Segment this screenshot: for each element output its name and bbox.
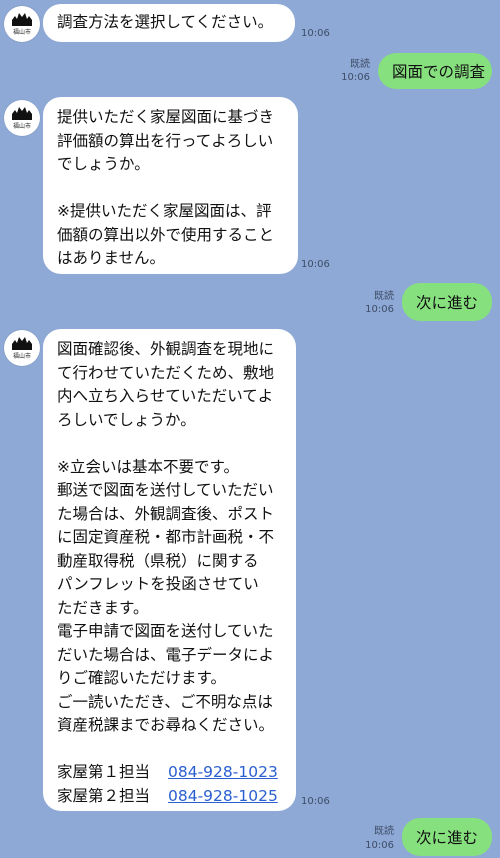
message-line: りご確認いただけます。 bbox=[57, 669, 226, 687]
bot-avatar[interactable]: 福山市 bbox=[4, 100, 40, 136]
incoming-message: 図面確認後、外観調査を現地に て行わせていただくため、敷地 内へ立ち入らせていた… bbox=[43, 329, 296, 811]
phone-link[interactable]: 084-928-1025 bbox=[168, 785, 278, 809]
message-time: 10:06 bbox=[365, 840, 394, 851]
message-line: だいた場合は、電子データによ bbox=[57, 645, 275, 664]
outgoing-message: 次に進む bbox=[402, 283, 492, 321]
outgoing-message: 図面での調査 bbox=[378, 53, 492, 89]
read-receipt: 既読 bbox=[374, 826, 394, 837]
message-line: でしょうか。 bbox=[57, 155, 150, 173]
message-time: 10:06 bbox=[365, 304, 394, 315]
message-line: パンフレットを投函させてい bbox=[57, 575, 259, 593]
read-receipt: 既読 bbox=[374, 291, 394, 302]
message-line: 提供いただく家屋図面に基づき bbox=[57, 108, 275, 126]
phone-link[interactable]: 084-928-1023 bbox=[168, 761, 278, 785]
message-line: ろしいでしょうか。 bbox=[57, 410, 196, 429]
bot-avatar-caption: 福山市 bbox=[12, 29, 31, 36]
message-time: 10:06 bbox=[301, 28, 330, 39]
read-receipt: 既読 bbox=[350, 59, 370, 70]
bot-avatar-caption: 福山市 bbox=[12, 353, 31, 360]
message-line: ご一読いただき、ご不明な点は bbox=[57, 692, 273, 711]
message-time: 10:06 bbox=[301, 259, 330, 270]
message-time: 10:06 bbox=[341, 72, 370, 83]
message-line: に固定資産税・都市計画税・不 bbox=[57, 528, 275, 546]
message-line: 電子申請で図面を送付していた bbox=[57, 622, 274, 640]
message-line: 動産取得税（県税）に関する bbox=[57, 551, 259, 570]
message-line: 図面確認後、外観調査を現地に bbox=[57, 340, 275, 358]
bot-avatar[interactable]: 福山市 bbox=[4, 6, 40, 42]
castle-logo-icon bbox=[12, 337, 32, 350]
incoming-message: 提供いただく家屋図面に基づき 評価額の算出を行ってよろしい でしょうか。 ※提供… bbox=[43, 97, 298, 274]
message-text: 次に進む bbox=[416, 294, 479, 312]
message-line: 資産税課までお尋ねください。 bbox=[57, 716, 275, 734]
message-text: 調査方法を選択してください。 bbox=[57, 13, 274, 31]
contact-row: 家屋第１担当 084-928-1023 bbox=[57, 761, 282, 785]
contact-label: 家屋第１担当 bbox=[57, 763, 151, 781]
message-line: ※立会いは基本不要です。 bbox=[57, 457, 239, 476]
message-line: ※提供いただく家屋図面は、評 bbox=[57, 202, 272, 220]
message-text: 図面での調査 bbox=[392, 63, 486, 81]
bot-avatar[interactable]: 福山市 bbox=[4, 330, 40, 366]
message-line: 郵送で図面を送付していただい bbox=[57, 481, 274, 499]
message-line: た場合は、外観調査後、ポスト bbox=[57, 504, 275, 523]
message-line: ただきます。 bbox=[57, 598, 149, 617]
message-text: 次に進む bbox=[416, 829, 479, 847]
contact-row: 家屋第２担当 084-928-1025 bbox=[57, 785, 282, 809]
message-time: 10:06 bbox=[301, 796, 330, 807]
message-line: 評価額の算出を行ってよろしい bbox=[57, 131, 274, 150]
message-line: 内へ立ち入らせていただいてよ bbox=[57, 387, 274, 405]
message-line: 価額の算出以外で使用すること bbox=[57, 225, 275, 244]
contact-label: 家屋第２担当 bbox=[57, 786, 151, 805]
message-line: て行わせていただくため、敷地 bbox=[57, 363, 275, 382]
bot-avatar-caption: 福山市 bbox=[12, 123, 31, 130]
message-line: はありません。 bbox=[57, 249, 166, 267]
castle-logo-icon bbox=[12, 107, 32, 120]
castle-logo-icon bbox=[12, 13, 32, 26]
outgoing-message: 次に進む bbox=[402, 818, 492, 856]
incoming-message: 調査方法を選択してください。 bbox=[43, 4, 295, 42]
